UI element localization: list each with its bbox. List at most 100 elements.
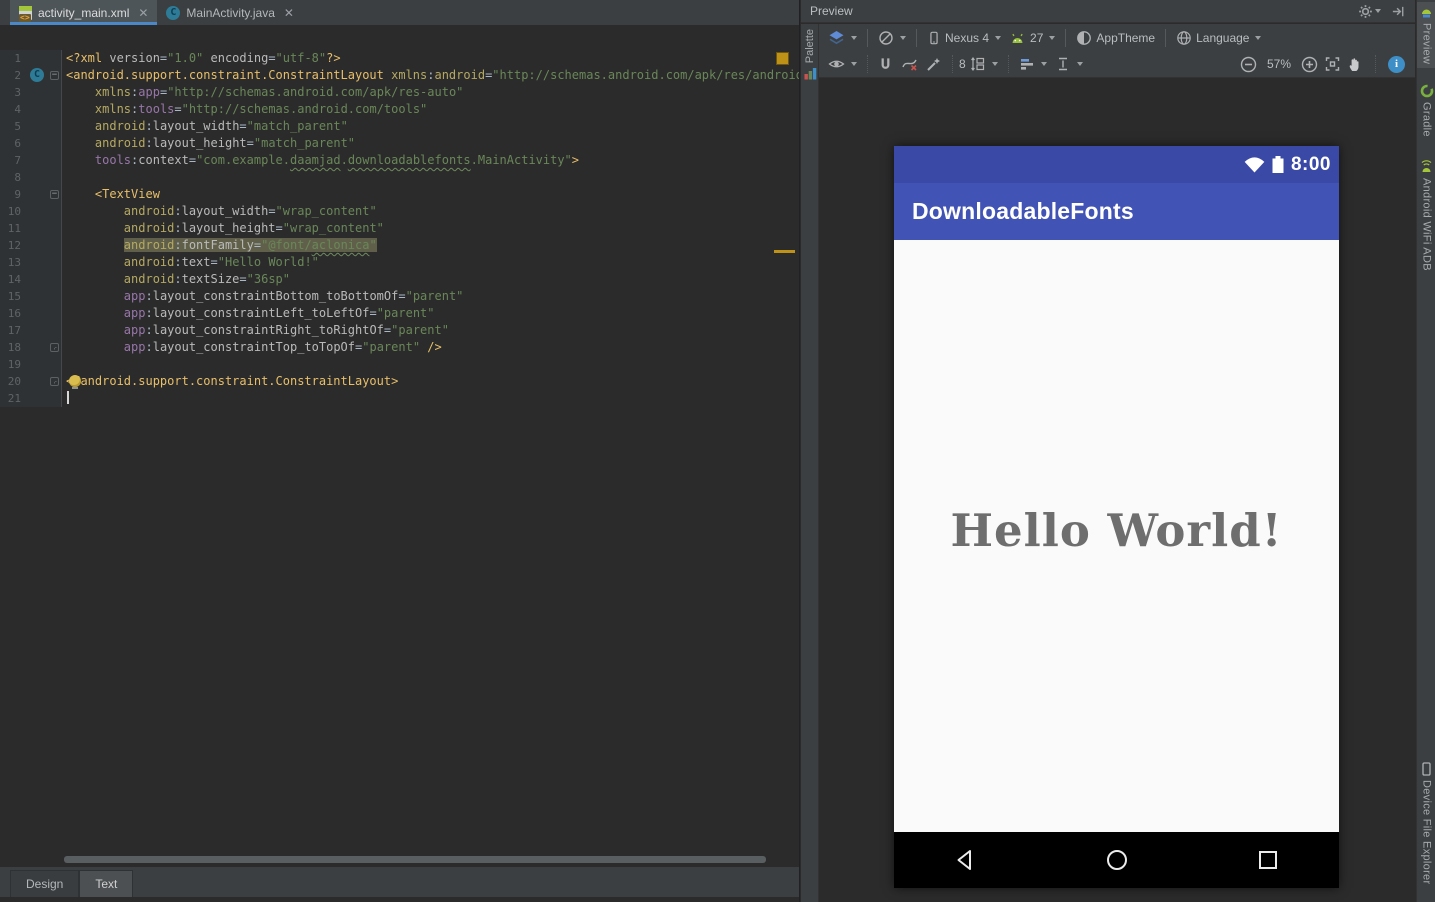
distribute-button[interactable] (1051, 56, 1087, 72)
scrollbar-thumb[interactable] (64, 856, 766, 863)
infer-constraints-wand-icon[interactable] (922, 56, 946, 72)
view-options-button[interactable] (824, 56, 861, 72)
code-line[interactable]: 7 tools:context="com.example.daamjad.dow… (0, 152, 799, 169)
code-line[interactable]: 5 android:layout_width="match_parent" (0, 118, 799, 135)
autoconnect-magnet-icon[interactable] (874, 56, 897, 72)
code-line[interactable]: 6 android:layout_height="match_parent" (0, 135, 799, 152)
line-number: 21 (0, 390, 28, 407)
device-status-bar: 8:00 (894, 146, 1339, 183)
close-tab-icon[interactable]: ✕ (138, 6, 148, 20)
gear-icon[interactable] (1358, 4, 1381, 19)
gutter-icon-area (28, 186, 48, 203)
zoom-out-button[interactable] (1240, 56, 1257, 73)
hide-panel-icon[interactable] (1391, 4, 1406, 19)
code-line[interactable]: 10 android:layout_width="wrap_content" (0, 203, 799, 220)
code-line[interactable]: 11 android:layout_height="wrap_content" (0, 220, 799, 237)
line-number: 7 (0, 152, 28, 169)
fold-end-icon[interactable] (50, 377, 59, 386)
tab-activity-main-xml[interactable]: <> activity_main.xml ✕ (10, 0, 158, 25)
fold-end-icon[interactable] (50, 343, 59, 352)
inspection-status-indicator[interactable] (776, 52, 789, 65)
tab-mainactivity-java[interactable]: C MainActivity.java ✕ (157, 0, 303, 25)
device-icon (1420, 762, 1433, 776)
code-line[interactable]: 1 <?xml version="1.0" encoding="utf-8"?> (0, 50, 799, 67)
zoom-to-fit-button[interactable] (1324, 56, 1341, 72)
gutter-icon-area (28, 169, 48, 186)
horizontal-scrollbar[interactable] (64, 856, 766, 865)
code-line[interactable]: 8 (0, 169, 799, 186)
code-line[interactable]: 2C <android.support.constraint.Constraint… (0, 67, 799, 84)
code-line[interactable]: 9 <TextView (0, 186, 799, 203)
code-line[interactable]: 14 android:textSize="36sp" (0, 271, 799, 288)
fold-gutter (48, 237, 62, 254)
class-context-icon[interactable]: C (30, 68, 44, 82)
status-bar-time: 8:00 (1290, 153, 1331, 175)
gutter-icon-area (28, 220, 48, 237)
language-selector[interactable]: Language (1172, 30, 1265, 46)
default-margin-value[interactable]: 8 (959, 57, 966, 71)
gutter-icon-area (28, 339, 48, 356)
scrollbar-highlight-marker (774, 250, 795, 253)
code-line[interactable]: 12 android:fontFamily="@font/aclonica" (0, 237, 799, 254)
line-number: 12 (0, 237, 28, 254)
gutter-icon-area (28, 305, 48, 322)
clear-constraints-button[interactable] (897, 56, 922, 72)
device-selector[interactable]: Nexus 4 (923, 30, 1005, 46)
fold-open-icon[interactable] (50, 71, 59, 80)
preview-panel-title: Preview (810, 4, 853, 18)
code-line[interactable]: 20 </android.support.constraint.Constrain… (0, 373, 799, 390)
gutter-icon-area (28, 50, 48, 67)
info-button[interactable]: i (1388, 55, 1405, 73)
design-surface-button[interactable] (824, 30, 861, 46)
line-number: 17 (0, 322, 28, 339)
nav-home-icon (1106, 850, 1127, 870)
tool-button-android-wifi-adb[interactable]: Android WiFi ADB (1417, 155, 1435, 275)
code-text: tools:context="com.example.daamjad.downl… (94, 153, 580, 167)
fold-open-icon[interactable] (50, 190, 59, 199)
code-line[interactable]: 18 app:layout_constraintTop_toTopOf="par… (0, 339, 799, 356)
gutter-icon-area (28, 118, 48, 135)
tool-button-device-file-explorer[interactable]: Device File Explorer (1417, 758, 1435, 888)
code-line[interactable]: 13 android:text="Hello World!" (0, 254, 799, 271)
zoom-level: 57% (1266, 57, 1291, 71)
tab-design[interactable]: Design (10, 870, 80, 897)
tool-button-preview[interactable]: Preview (1417, 2, 1435, 69)
code-text: android:textSize="36sp" (123, 272, 290, 286)
gutter-icon-area (28, 356, 48, 373)
code-text: android:text="Hello World!" (123, 255, 319, 269)
preview-panel: Preview Nexus 4 27 AppTheme Language 8 5… (801, 0, 1415, 902)
zoom-in-button[interactable] (1301, 56, 1318, 73)
fold-gutter (48, 135, 62, 152)
code-text (62, 390, 69, 407)
line-number: 4 (0, 101, 28, 118)
code-editor[interactable]: 1 <?xml version="1.0" encoding="utf-8"?> 2… (0, 27, 799, 855)
code-line[interactable]: 15 app:layout_constraintBottom_toBottomO… (0, 288, 799, 305)
api-version-selector[interactable]: 27 (1005, 31, 1059, 45)
theme-selector[interactable]: AppTheme (1072, 30, 1159, 46)
code-line[interactable]: 16 app:layout_constraintLeft_toLeftOf="p… (0, 305, 799, 322)
code-line[interactable]: 17 app:layout_constraintRight_toRightOf=… (0, 322, 799, 339)
gutter-icon-area (28, 390, 48, 407)
tab-text[interactable]: Text (79, 870, 134, 897)
code-line[interactable]: 4 xmlns:tools="http://schemas.android.co… (0, 101, 799, 118)
gutter-icon-area (28, 101, 48, 118)
line-number: 8 (0, 169, 28, 186)
preview-canvas[interactable]: 8:00 DownloadableFonts Hello World! (820, 78, 1415, 902)
fold-gutter (48, 339, 62, 356)
code-line[interactable]: 3 xmlns:app="http://schemas.android.com/… (0, 84, 799, 101)
palette-tool-button[interactable]: Palette (801, 27, 819, 82)
code-line[interactable]: 21 (0, 390, 799, 407)
align-button[interactable] (1015, 56, 1051, 72)
pack-button[interactable] (966, 56, 1002, 72)
android-preview-icon (1420, 6, 1433, 19)
fold-gutter (48, 271, 62, 288)
tool-button-gradle[interactable]: Gradle (1417, 80, 1435, 141)
close-tab-icon[interactable]: ✕ (284, 6, 294, 20)
fold-gutter (48, 373, 62, 390)
editor-pane: <> activity_main.xml ✕ C MainActivity.ja… (0, 0, 800, 902)
intention-bulb-icon[interactable] (69, 375, 81, 389)
fold-gutter (48, 101, 62, 118)
orientation-button[interactable] (874, 30, 910, 46)
code-line[interactable]: 19 (0, 356, 799, 373)
pan-hand-icon[interactable] (1347, 56, 1363, 73)
